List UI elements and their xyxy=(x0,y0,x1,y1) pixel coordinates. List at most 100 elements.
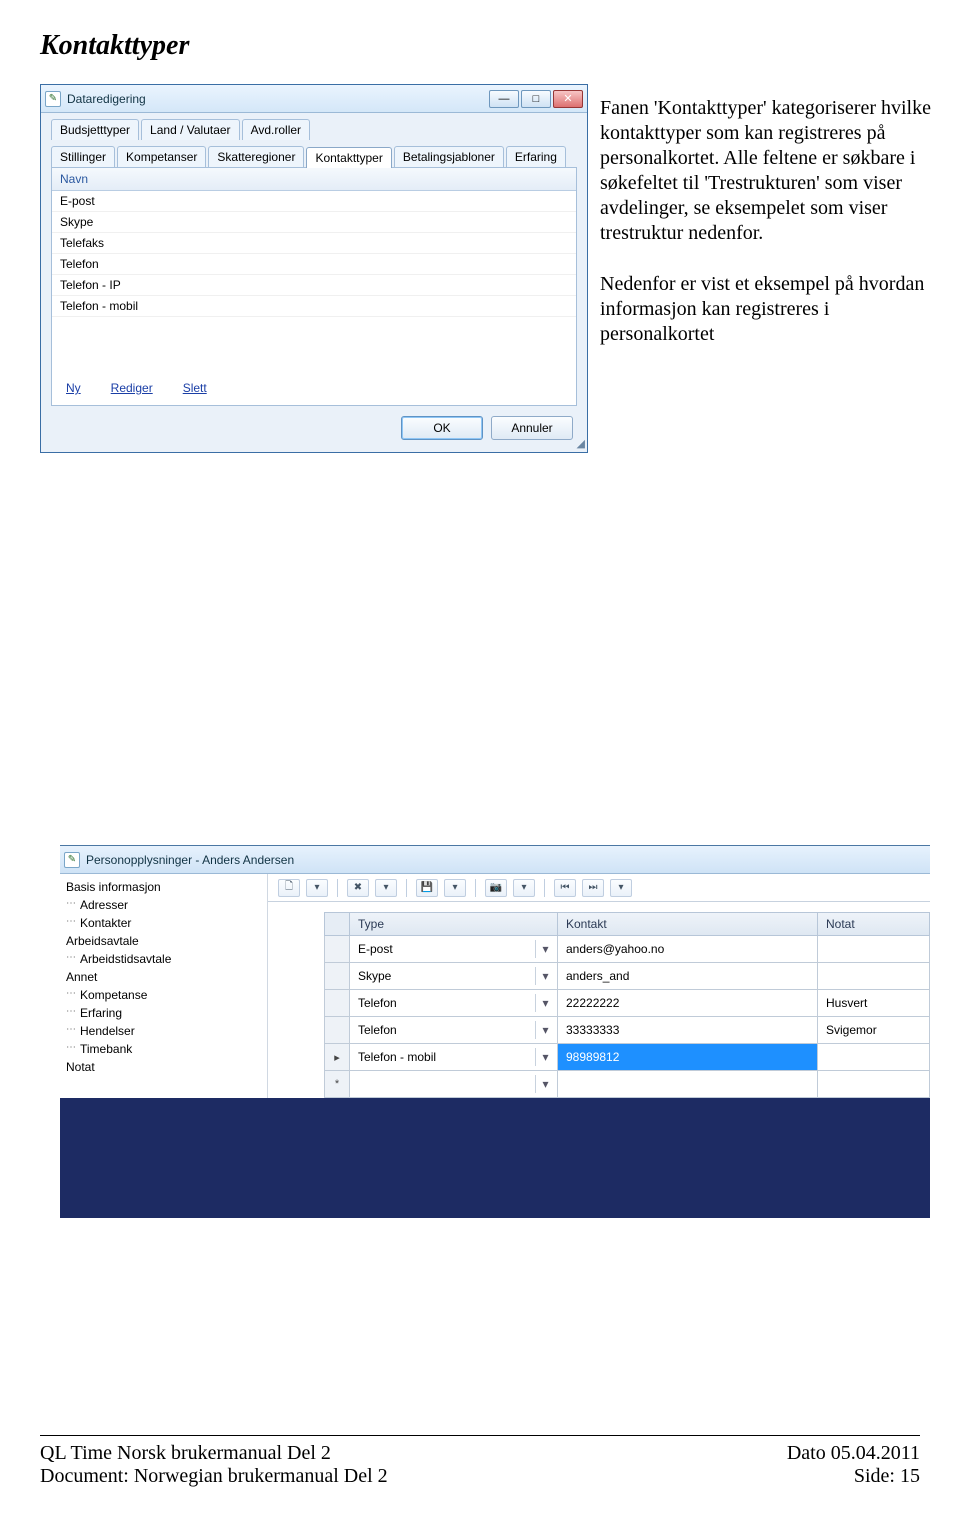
cell-notat[interactable] xyxy=(818,936,930,963)
cell-kontakt[interactable] xyxy=(558,1071,818,1098)
cell-type[interactable]: ▾ xyxy=(350,1071,558,1098)
separator xyxy=(406,879,407,897)
cell-type[interactable]: Telefon▾ xyxy=(350,1017,558,1044)
chevron-down-icon[interactable]: ▾ xyxy=(535,1048,555,1066)
toolbar: 🗋 ▾ ✖ ▾ 💾 ▾ 📷 ▾ ⏮ ⏭ ▾ xyxy=(268,874,930,902)
cell-kontakt[interactable]: anders_and xyxy=(558,963,818,990)
list-header-navn[interactable]: Navn xyxy=(52,168,576,191)
nav-item-adresser[interactable]: Adresser xyxy=(66,896,261,914)
row-handle[interactable] xyxy=(324,936,350,963)
cell-kontakt[interactable]: 22222222 xyxy=(558,990,818,1017)
page-footer: QL Time Norsk brukermanual Del 2 Dato 05… xyxy=(40,1435,920,1488)
minimize-button[interactable]: — xyxy=(489,90,519,108)
resize-grip-icon[interactable]: ◢ xyxy=(577,437,585,450)
nav-item-hendelser[interactable]: Hendelser xyxy=(66,1022,261,1040)
nav-item-annet[interactable]: Annet xyxy=(66,968,261,986)
page-title: Kontakttyper xyxy=(40,30,920,62)
tab-kompetanser[interactable]: Kompetanser xyxy=(117,146,206,167)
save-icon[interactable]: 💾 xyxy=(416,879,438,897)
tab-stillinger[interactable]: Stillinger xyxy=(51,146,115,167)
camera-icon[interactable]: 📷 xyxy=(485,879,507,897)
chevron-down-icon[interactable]: ▾ xyxy=(535,940,555,958)
titlebar-2: ✎ Personopplysninger - Anders Andersen xyxy=(60,846,930,874)
tab-skatteregioner[interactable]: Skatteregioner xyxy=(208,146,304,167)
dropdown-icon[interactable]: ▾ xyxy=(444,879,466,897)
table-row[interactable]: ▸Telefon - mobil▾98989812 xyxy=(324,1044,930,1071)
chevron-down-icon[interactable]: ▾ xyxy=(535,1075,555,1093)
header-kontakt[interactable]: Kontakt xyxy=(558,912,818,936)
nav-item-basisinformasjon[interactable]: Basis informasjon xyxy=(66,878,261,896)
list-item[interactable]: Telefon - mobil xyxy=(52,296,576,317)
new-icon[interactable]: 🗋 xyxy=(278,879,300,897)
chevron-down-icon[interactable]: ▾ xyxy=(535,994,555,1012)
list-item[interactable]: E-post xyxy=(52,191,576,212)
list-item[interactable]: Telefon xyxy=(52,254,576,275)
cell-kontakt[interactable]: 98989812 xyxy=(558,1044,818,1071)
list-item[interactable]: Telefaks xyxy=(52,233,576,254)
nav-item-kontakter[interactable]: Kontakter xyxy=(66,914,261,932)
next-icon[interactable]: ⏭ xyxy=(582,879,604,897)
prev-icon[interactable]: ⏮ xyxy=(554,879,576,897)
cell-notat[interactable] xyxy=(818,963,930,990)
app-icon: ✎ xyxy=(45,91,61,107)
delete-icon[interactable]: ✖ xyxy=(347,879,369,897)
cell-notat[interactable] xyxy=(818,1071,930,1098)
tab-budsjetttyper[interactable]: Budsjetttyper xyxy=(51,119,139,140)
tab-kontakttyper[interactable]: Kontakttyper xyxy=(306,147,391,168)
tab-body: Navn E-postSkypeTelefaksTelefonTelefon -… xyxy=(51,167,577,406)
window-title-2: Personopplysninger - Anders Andersen xyxy=(86,853,926,867)
cell-type[interactable]: Skype▾ xyxy=(350,963,558,990)
tab-erfaring[interactable]: Erfaring xyxy=(506,146,566,167)
empty-area xyxy=(60,1098,930,1218)
cell-notat[interactable]: Svigemor xyxy=(818,1017,930,1044)
nav-item-kompetanse[interactable]: Kompetanse xyxy=(66,986,261,1004)
row-handle[interactable] xyxy=(324,990,350,1017)
close-button[interactable]: ✕ xyxy=(553,90,583,108)
row-selector-header xyxy=(324,912,350,936)
ok-button[interactable]: OK xyxy=(401,416,483,440)
table-row[interactable]: Telefon▾22222222Husvert xyxy=(324,990,930,1017)
footer-right-1: Dato 05.04.2011 xyxy=(787,1442,920,1465)
cell-type[interactable]: E-post▾ xyxy=(350,936,558,963)
chevron-down-icon[interactable]: ▾ xyxy=(535,967,555,985)
header-notat[interactable]: Notat xyxy=(818,912,930,936)
separator xyxy=(337,879,338,897)
cell-notat[interactable] xyxy=(818,1044,930,1071)
dropdown-icon[interactable]: ▾ xyxy=(610,879,632,897)
tab-row-1: BudsjetttyperLand / ValutaerAvd.roller xyxy=(41,113,587,140)
link-slett[interactable]: Slett xyxy=(183,381,207,395)
table-row[interactable]: E-post▾anders@yahoo.no xyxy=(324,936,930,963)
list-item[interactable]: Skype xyxy=(52,212,576,233)
table-row-new[interactable]: *▾ xyxy=(324,1071,930,1098)
link-rediger[interactable]: Rediger xyxy=(111,381,153,395)
table-row[interactable]: Skype▾anders_and xyxy=(324,963,930,990)
cell-kontakt[interactable]: anders@yahoo.no xyxy=(558,936,818,963)
link-ny[interactable]: Ny xyxy=(66,381,81,395)
tab-avdroller[interactable]: Avd.roller xyxy=(242,119,310,140)
row-handle[interactable] xyxy=(324,1017,350,1044)
row-handle[interactable]: ▸ xyxy=(324,1044,350,1071)
nav-item-arbeidsavtale[interactable]: Arbeidsavtale xyxy=(66,932,261,950)
chevron-down-icon[interactable]: ▾ xyxy=(535,1021,555,1039)
cell-kontakt[interactable]: 33333333 xyxy=(558,1017,818,1044)
new-row-icon[interactable]: * xyxy=(324,1071,350,1098)
personopplysninger-window: ✎ Personopplysninger - Anders Andersen B… xyxy=(60,845,930,1218)
tab-betalingsjabloner[interactable]: Betalingsjabloner xyxy=(394,146,504,167)
tab-landvalutaer[interactable]: Land / Valutaer xyxy=(141,119,240,140)
table-row[interactable]: Telefon▾33333333Svigemor xyxy=(324,1017,930,1044)
nav-item-erfaring[interactable]: Erfaring xyxy=(66,1004,261,1022)
list-item[interactable]: Telefon - IP xyxy=(52,275,576,296)
dropdown-icon[interactable]: ▾ xyxy=(306,879,328,897)
nav-item-notat[interactable]: Notat xyxy=(66,1058,261,1076)
cell-type[interactable]: Telefon - mobil▾ xyxy=(350,1044,558,1071)
nav-item-timebank[interactable]: Timebank xyxy=(66,1040,261,1058)
nav-item-arbeidstidsavtale[interactable]: Arbeidstidsavtale xyxy=(66,950,261,968)
maximize-button[interactable]: □ xyxy=(521,90,551,108)
annuler-button[interactable]: Annuler xyxy=(491,416,573,440)
header-type[interactable]: Type xyxy=(350,912,558,936)
cell-notat[interactable]: Husvert xyxy=(818,990,930,1017)
dropdown-icon[interactable]: ▾ xyxy=(375,879,397,897)
row-handle[interactable] xyxy=(324,963,350,990)
dropdown-icon[interactable]: ▾ xyxy=(513,879,535,897)
cell-type[interactable]: Telefon▾ xyxy=(350,990,558,1017)
